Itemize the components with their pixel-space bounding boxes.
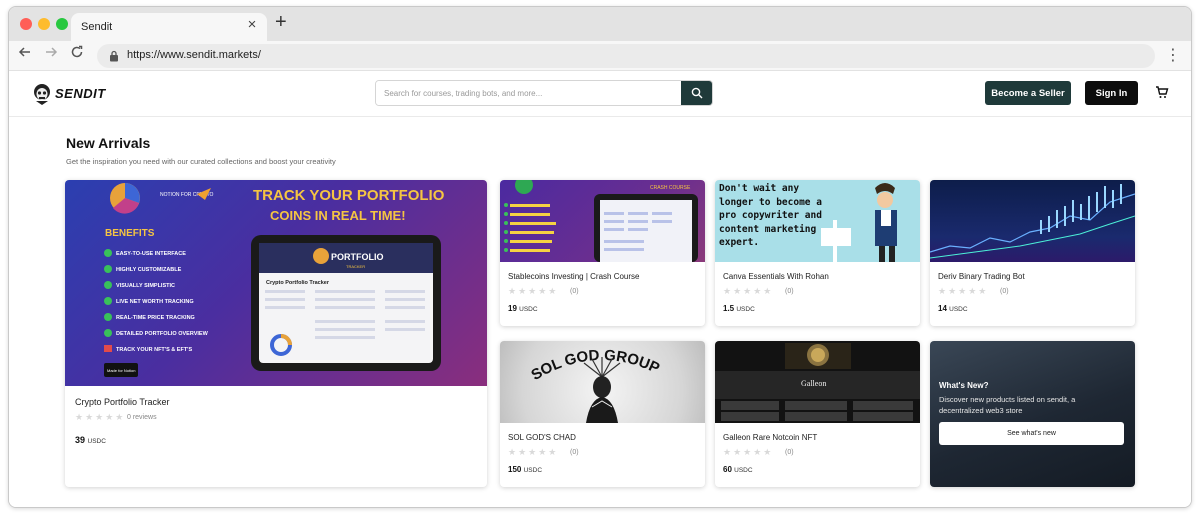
site-header: SENDIT Become a Seller Sign In bbox=[9, 71, 1191, 117]
product-price: 1.5 USDC bbox=[723, 304, 755, 313]
search-input[interactable] bbox=[376, 81, 682, 105]
featured-image-feature: VISUALLY SIMPLISTIC bbox=[116, 283, 175, 289]
featured-image-headline-2: COINS IN REAL TIME! bbox=[270, 208, 406, 223]
forward-icon[interactable] bbox=[41, 45, 61, 64]
featured-image-feature: TRACK YOUR NFT'S & EFT'S bbox=[116, 347, 192, 353]
featured-image-benefits: BENEFITS bbox=[105, 228, 155, 239]
featured-image-screen-heading: Crypto Portfolio Tracker bbox=[266, 280, 330, 286]
featured-image-feature: LIVE NET WORTH TRACKING bbox=[116, 299, 194, 305]
logo-mascot-icon[interactable] bbox=[31, 82, 53, 106]
product-card[interactable]: Deriv Binary Trading Bot ★★★★★ (0) 14 US… bbox=[930, 180, 1135, 326]
product-price: 39 USDC bbox=[75, 435, 106, 445]
whats-new-card: What's New? Discover new products listed… bbox=[930, 341, 1135, 487]
logo-text[interactable]: SENDIT bbox=[55, 86, 106, 101]
featured-image-screen-title: PORTFOLIO bbox=[331, 252, 384, 262]
featured-image-feature: DETAILED PORTFOLIO OVERVIEW bbox=[116, 331, 209, 337]
rating-stars: ★★★★★ bbox=[75, 412, 126, 422]
search-button[interactable] bbox=[681, 81, 712, 105]
product-image-caption: CRASH COURSE bbox=[650, 185, 691, 191]
tab-title: Sendit bbox=[81, 21, 113, 33]
rating-stars: ★★★★★ bbox=[508, 447, 559, 457]
product-price: 60 USDC bbox=[723, 465, 753, 474]
featured-image-screen-sub: TRACKER bbox=[346, 264, 365, 269]
search-bar bbox=[375, 80, 713, 106]
featured-product-card[interactable]: NOTION FOR CRYPTO TRACK YOUR PORTFOLIO C… bbox=[65, 180, 487, 487]
review-count: (0) bbox=[785, 288, 794, 295]
review-count: (0) bbox=[570, 449, 579, 456]
product-title[interactable]: Canva Essentials With Rohan bbox=[723, 272, 829, 281]
product-title[interactable]: SOL GOD'S CHAD bbox=[508, 433, 576, 442]
review-count: (0) bbox=[785, 449, 794, 456]
reload-icon[interactable] bbox=[67, 45, 87, 63]
cart-icon[interactable] bbox=[1155, 85, 1169, 99]
close-window-button[interactable] bbox=[20, 18, 32, 30]
product-image[interactable] bbox=[930, 180, 1135, 262]
back-icon[interactable] bbox=[15, 45, 35, 64]
featured-image-feature: EASY-TO-USE INTERFACE bbox=[116, 251, 186, 257]
browser-tab-bar: Sendit × + bbox=[9, 7, 1191, 41]
see-whats-new-button[interactable]: See what's new bbox=[939, 422, 1124, 445]
browser-toolbar: https://www.sendit.markets/ ⋮ bbox=[9, 41, 1191, 71]
browser-menu-icon[interactable]: ⋮ bbox=[1165, 45, 1181, 65]
review-count: 0 reviews bbox=[127, 414, 157, 421]
become-seller-button[interactable]: Become a Seller bbox=[985, 81, 1071, 105]
whats-new-title: What's New? bbox=[939, 381, 989, 390]
featured-image-headline-1: TRACK YOUR PORTFOLIO bbox=[253, 187, 445, 204]
product-title[interactable]: Deriv Binary Trading Bot bbox=[938, 272, 1025, 281]
section-subtitle: Get the inspiration you need with our cu… bbox=[66, 157, 336, 166]
product-image[interactable]: CRASH COURSE bbox=[500, 180, 705, 262]
product-image[interactable]: Don't wait any longer to become a pro co… bbox=[715, 180, 920, 262]
rating-stars: ★★★★★ bbox=[723, 447, 774, 457]
product-price: 150 USDC bbox=[508, 465, 543, 474]
rating-stars: ★★★★★ bbox=[723, 286, 774, 296]
search-icon bbox=[691, 87, 702, 99]
whats-new-text: Discover new products listed on sendit, … bbox=[939, 395, 1076, 415]
minimize-window-button[interactable] bbox=[38, 18, 50, 30]
review-count: (0) bbox=[570, 288, 579, 295]
product-title[interactable]: Galleon Rare Notcoin NFT bbox=[723, 433, 817, 442]
review-count: (0) bbox=[1000, 288, 1009, 295]
new-tab-icon[interactable]: + bbox=[275, 11, 287, 34]
site-page: SENDIT Become a Seller Sign In New Arriv… bbox=[9, 71, 1191, 507]
featured-image-made-for: Made for Notion bbox=[107, 368, 135, 373]
lock-icon bbox=[109, 49, 119, 62]
product-title[interactable]: Stablecoins Investing | Crash Course bbox=[508, 272, 639, 281]
product-price: 14 USDC bbox=[938, 304, 968, 313]
browser-window: Sendit × + https://www.sendit.markets/ ⋮ bbox=[8, 6, 1192, 508]
product-card[interactable]: Don't wait any longer to become a pro co… bbox=[715, 180, 920, 326]
featured-image-feature: HIGHLY CUSTOMIZABLE bbox=[116, 267, 182, 273]
product-card[interactable]: Galleon Galleon Rare Notcoin NFT ★★★★★ (… bbox=[715, 341, 920, 487]
rating-stars: ★★★★★ bbox=[508, 286, 559, 296]
product-title[interactable]: Crypto Portfolio Tracker bbox=[75, 397, 170, 407]
product-card[interactable]: CRASH COURSE Stablecoins Investing | Cra… bbox=[500, 180, 705, 326]
sign-in-button[interactable]: Sign In bbox=[1085, 81, 1138, 105]
featured-image-feature: REAL-TIME PRICE TRACKING bbox=[116, 315, 195, 321]
product-image-caption: Galleon bbox=[801, 379, 826, 388]
tab-close-icon[interactable]: × bbox=[243, 16, 261, 33]
rating-stars: ★★★★★ bbox=[938, 286, 989, 296]
featured-product-image[interactable]: NOTION FOR CRYPTO TRACK YOUR PORTFOLIO C… bbox=[65, 180, 487, 386]
address-bar[interactable]: https://www.sendit.markets/ bbox=[97, 44, 1155, 68]
product-card[interactable]: SOL GOD GROUP SOL GOD'S CHAD ★★★★★ (0) 1… bbox=[500, 341, 705, 487]
url-text[interactable]: https://www.sendit.markets/ bbox=[127, 49, 261, 61]
section-title: New Arrivals bbox=[66, 135, 151, 151]
product-image[interactable]: Galleon bbox=[715, 341, 920, 423]
product-image-caption: Don't wait any longer to become a pro co… bbox=[719, 183, 822, 248]
product-price: 19 USDC bbox=[508, 304, 538, 313]
maximize-window-button[interactable] bbox=[56, 18, 68, 30]
product-image[interactable]: SOL GOD GROUP bbox=[500, 341, 705, 423]
browser-tab[interactable]: Sendit × bbox=[71, 13, 267, 41]
